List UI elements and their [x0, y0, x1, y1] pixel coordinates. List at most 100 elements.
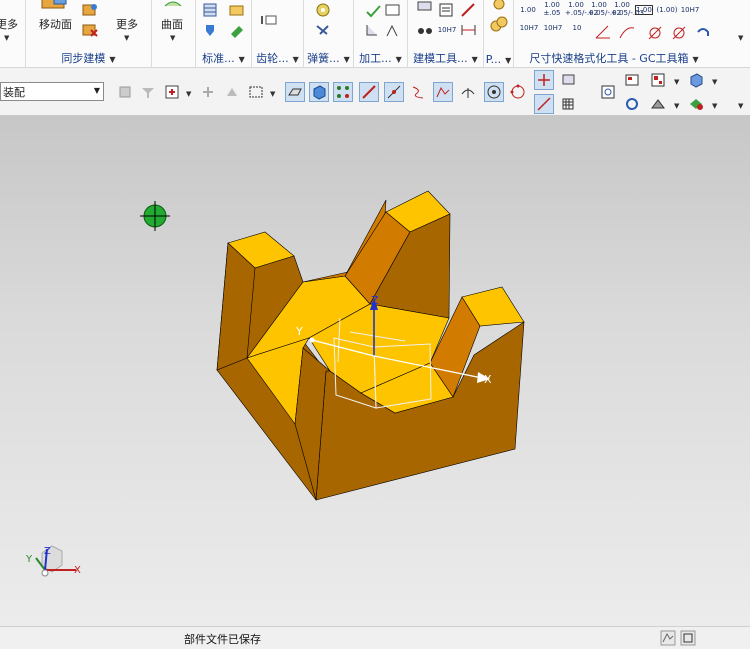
refresh-icon[interactable] [622, 94, 642, 114]
mid-point-icon[interactable] [384, 82, 404, 102]
machining-icon[interactable] [364, 2, 382, 18]
triad-x-label: X [74, 565, 81, 576]
part-body[interactable] [216, 190, 525, 501]
modeling-tool-icon[interactable] [416, 0, 434, 14]
snap-icon[interactable] [198, 82, 218, 102]
group-label-gear: 齿轮... ▼ [256, 52, 299, 65]
solid-body-icon[interactable] [309, 82, 329, 102]
chevron-down-icon[interactable]: ▼ [124, 34, 129, 42]
end-point-icon[interactable] [359, 82, 379, 102]
tolerance-h7-label[interactable]: 10H7 [436, 26, 458, 34]
chevron-down-icon[interactable]: ▼ [186, 90, 191, 98]
spring-icon[interactable] [314, 2, 332, 18]
ribbon-group-sync-modeling: 移动面 更多 ▼ 同步建模 ▼ [26, 0, 152, 68]
curve-point-icon[interactable] [408, 82, 428, 102]
undo-icon[interactable] [694, 24, 712, 40]
dim-format-1[interactable]: 1.00 [518, 6, 538, 14]
angle-dim-icon[interactable] [594, 24, 612, 40]
chevron-down-icon[interactable]: ▼ [170, 34, 175, 42]
fit-format-3[interactable]: 10 [566, 24, 588, 32]
control-point-icon[interactable] [433, 82, 453, 102]
group-label-gc-toolbox: 尺寸快速格式化工具 - GC工具箱 ▼ [529, 52, 699, 65]
drill-icon[interactable] [384, 22, 402, 38]
chevron-down-icon[interactable]: ▼ [712, 102, 717, 110]
standard-parts-icon[interactable] [202, 2, 220, 18]
gear-icon[interactable] [260, 12, 278, 28]
measure-icon[interactable] [460, 2, 478, 18]
chevron-down-icon[interactable]: ▼ [712, 78, 717, 86]
chamfer-icon[interactable] [364, 22, 382, 38]
point-on-curve-icon[interactable] [534, 70, 554, 90]
fit-format-1[interactable]: 10H7 [518, 24, 540, 32]
select-body-icon[interactable] [115, 82, 135, 102]
selection-filter-status-icon[interactable] [660, 630, 676, 646]
coins-icon[interactable] [490, 16, 508, 32]
ribbon-group-gear: 齿轮... ▼ [252, 0, 304, 68]
cube-view-icon[interactable] [686, 70, 706, 90]
dim-format-boxed[interactable]: 1.00 [635, 5, 653, 15]
arc-center-icon[interactable] [484, 82, 504, 102]
toolbar-overflow-chevron-icon[interactable]: ▼ [738, 102, 743, 110]
dim-format-fit[interactable]: 10H7 [679, 6, 701, 14]
quadrant-point-icon[interactable] [508, 82, 528, 102]
more-left-button[interactable]: 更多 [0, 16, 18, 32]
move-face-icon [41, 0, 67, 9]
radius-dim-icon[interactable] [618, 24, 636, 40]
p-tool-icon[interactable] [490, 0, 508, 10]
line-point-icon[interactable] [534, 94, 554, 114]
more-sync-button[interactable]: 更多 [116, 16, 138, 32]
render-style-icon[interactable] [648, 70, 668, 90]
chevron-down-icon[interactable]: ▼ [94, 86, 100, 95]
library-icon[interactable] [228, 2, 246, 18]
spring-tool-icon[interactable] [314, 22, 332, 38]
glasses-icon[interactable] [416, 22, 434, 38]
hole-table-icon[interactable] [384, 2, 402, 18]
grid-icon[interactable] [558, 94, 578, 114]
dim-format-ref[interactable]: (1.00) [656, 6, 678, 14]
delete-face-icon[interactable] [81, 22, 99, 38]
group-label-p: P... ▼ [485, 53, 512, 66]
layer-icon[interactable] [622, 70, 642, 90]
shaded-mode-icon[interactable] [285, 82, 305, 102]
section-view-icon[interactable] [648, 94, 668, 114]
filter-icon[interactable] [138, 82, 158, 102]
fastener-icon[interactable] [202, 22, 220, 38]
snap-points-icon[interactable] [333, 82, 353, 102]
chevron-down-icon[interactable]: ▼ [4, 34, 9, 42]
full-screen-icon[interactable] [680, 630, 696, 646]
ribbon-group-standard: 标准... ▼ [196, 0, 252, 68]
move-face-button[interactable]: 移动面 [39, 16, 72, 32]
surface-button[interactable]: 曲面 [161, 16, 183, 32]
rotate-point-marker[interactable] [140, 201, 170, 231]
graphics-viewport[interactable]: Z X Y X Y Z [0, 116, 750, 626]
rectangle-select-icon[interactable] [246, 82, 266, 102]
chevron-down-icon[interactable]: ▼ [270, 90, 275, 98]
view-triad[interactable]: X Y Z [25, 545, 81, 577]
dim-format-5[interactable]: 1.00 +.05/-.03 [611, 1, 644, 17]
chevron-down-icon[interactable]: ▼ [674, 102, 679, 110]
dim-format-3[interactable]: 1.00 +.05/-.02 [565, 1, 598, 17]
replace-face-icon[interactable] [81, 2, 99, 18]
status-bar: 部件文件已保存 [0, 626, 750, 649]
ribbon-group-modeling-tools: 10H7 建模工具... ▼ [408, 0, 484, 68]
bolt-icon[interactable] [228, 22, 246, 38]
face-point-icon[interactable] [558, 70, 578, 90]
diameter-2-icon[interactable] [670, 24, 688, 40]
dimension-icon[interactable] [460, 22, 478, 38]
fit-format-2[interactable]: 10H7 [542, 24, 564, 32]
ribbon-overflow-chevron-icon[interactable]: ▼ [738, 34, 743, 42]
dim-format-4[interactable]: 1.00 +.05/-.02 [588, 1, 621, 17]
select-face-icon[interactable] [222, 82, 242, 102]
diameter-icon[interactable] [646, 24, 664, 40]
ribbon: 更多 ▼ 移动面 更多 ▼ 同步建模 ▼ 曲面 ▼ 标准... ▼ 齿轮... … [0, 0, 750, 68]
display-color-icon[interactable] [686, 94, 706, 114]
select-point-icon[interactable] [162, 82, 182, 102]
chevron-down-icon[interactable]: ▼ [674, 78, 679, 86]
view-orient-icon[interactable] [598, 82, 618, 102]
selection-toolbar: 装配 ▼ ▼ ▼ ▼ ▼ ▼ ▼ ▼ [0, 68, 750, 116]
intersection-icon[interactable] [458, 82, 478, 102]
sheet-icon[interactable] [438, 2, 456, 18]
status-message: 部件文件已保存 [184, 633, 261, 646]
type-filter-select[interactable]: 装配 ▼ [0, 82, 104, 101]
dim-format-2[interactable]: 1.00 ±.05 [541, 1, 563, 17]
